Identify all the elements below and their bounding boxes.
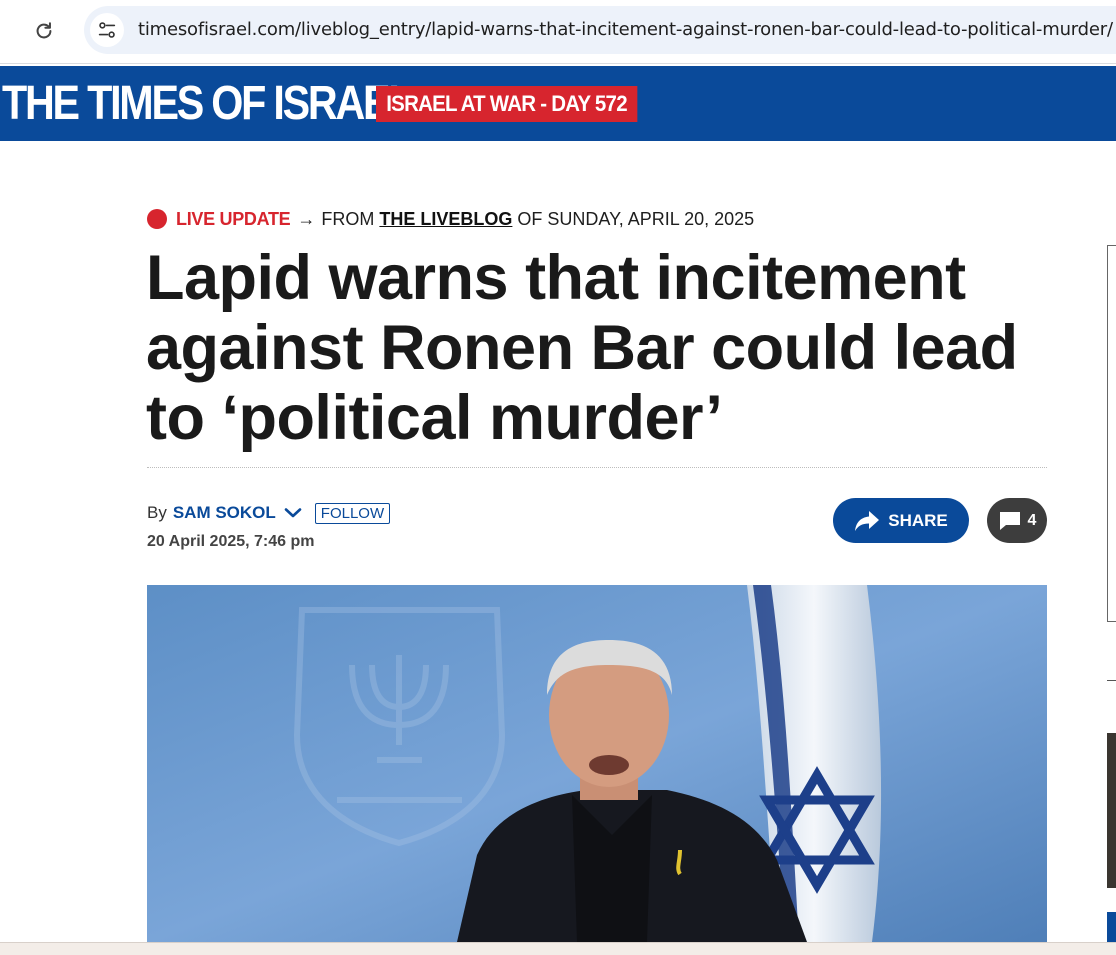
live-dot-icon [147, 209, 167, 229]
author-dropdown-toggle[interactable] [284, 507, 302, 519]
chevron-down-icon [284, 508, 302, 518]
follow-button[interactable]: FOLLOW [314, 502, 391, 524]
sidebar-blue-block [1107, 912, 1116, 942]
url-text[interactable]: timesofisrael.com/liveblog_entry/lapid-w… [138, 19, 1113, 40]
comment-count: 4 [1027, 511, 1037, 529]
war-day-badge[interactable]: ISRAEL AT WAR - DAY 572 [376, 86, 638, 122]
site-settings-icon [98, 22, 116, 38]
live-update-label: LIVE UPDATE [176, 208, 291, 229]
site-info-button[interactable] [90, 13, 124, 47]
sidebar-divider [1107, 680, 1116, 681]
site-logo[interactable]: THE TIMES OF ISRAEL [2, 78, 414, 130]
comments-button[interactable]: 4 [987, 498, 1047, 543]
byline: By SAM SOKOL FOLLOW [147, 501, 391, 525]
reload-icon [36, 22, 52, 39]
sidebar-ad-frame [1107, 245, 1116, 622]
comment-bubble-icon [999, 511, 1020, 530]
arrow-right-icon: → [297, 208, 316, 229]
article-headline: Lapid warns that incitement against Rone… [146, 243, 1018, 453]
browser-toolbar: timesofisrael.com/liveblog_entry/lapid-w… [0, 0, 1116, 64]
share-button[interactable]: SHARE [833, 498, 969, 543]
live-update-kicker: LIVE UPDATE → FROM THE LIVEBLOG OF SUNDA… [147, 207, 754, 231]
bottom-banner-edge [0, 942, 1116, 955]
author-link[interactable]: SAM SOKOL [173, 503, 276, 523]
liveblog-date: OF SUNDAY, APRIL 20, 2025 [517, 208, 755, 229]
share-arrow-icon [855, 510, 880, 531]
share-label: SHARE [888, 510, 948, 530]
published-date: 20 April 2025, 7:46 pm [147, 533, 315, 550]
reload-button[interactable] [30, 17, 58, 45]
headline-divider [147, 467, 1047, 468]
lapid-press-conference-photo [147, 585, 1047, 942]
address-bar[interactable]: timesofisrael.com/liveblog_entry/lapid-w… [84, 6, 1116, 54]
from-label: FROM [321, 208, 375, 229]
article-lead-image[interactable] [147, 585, 1047, 942]
sidebar-thumbnail[interactable] [1107, 733, 1116, 888]
by-label: By [147, 503, 167, 522]
site-header: THE TIMES OF ISRAEL ISRAEL AT WAR - DAY … [0, 66, 1116, 141]
liveblog-link[interactable]: THE LIVEBLOG [379, 209, 512, 230]
